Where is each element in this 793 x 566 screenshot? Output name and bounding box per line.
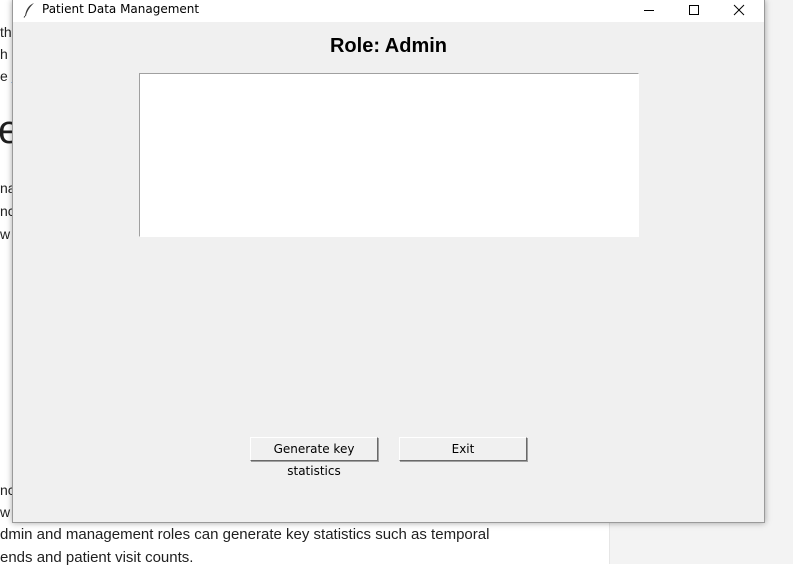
generate-statistics-button[interactable]: Generate key statistics bbox=[250, 437, 378, 478]
exit-button[interactable]: Exit bbox=[399, 437, 527, 461]
close-button[interactable] bbox=[717, 0, 763, 22]
background-text-fragment: w bbox=[0, 504, 11, 520]
maximize-button[interactable] bbox=[672, 0, 718, 22]
app-window: Patient Data Management Role: Admin Gene… bbox=[12, 0, 765, 523]
output-text-area[interactable] bbox=[139, 73, 639, 237]
background-paragraph-line: ends and patient visit counts. bbox=[0, 549, 194, 566]
background-text-fragment: h bbox=[0, 46, 8, 62]
background-text-fragment: th bbox=[0, 24, 12, 40]
background-paragraph-line: dmin and management roles can generate k… bbox=[0, 526, 490, 543]
minimize-button[interactable] bbox=[627, 0, 673, 22]
background-text-fragment: w bbox=[0, 226, 11, 242]
window-title: Patient Data Management bbox=[42, 2, 200, 16]
role-heading: Role: Admin bbox=[329, 35, 448, 57]
title-bar[interactable]: Patient Data Management bbox=[13, 0, 764, 22]
feather-icon bbox=[22, 2, 36, 18]
